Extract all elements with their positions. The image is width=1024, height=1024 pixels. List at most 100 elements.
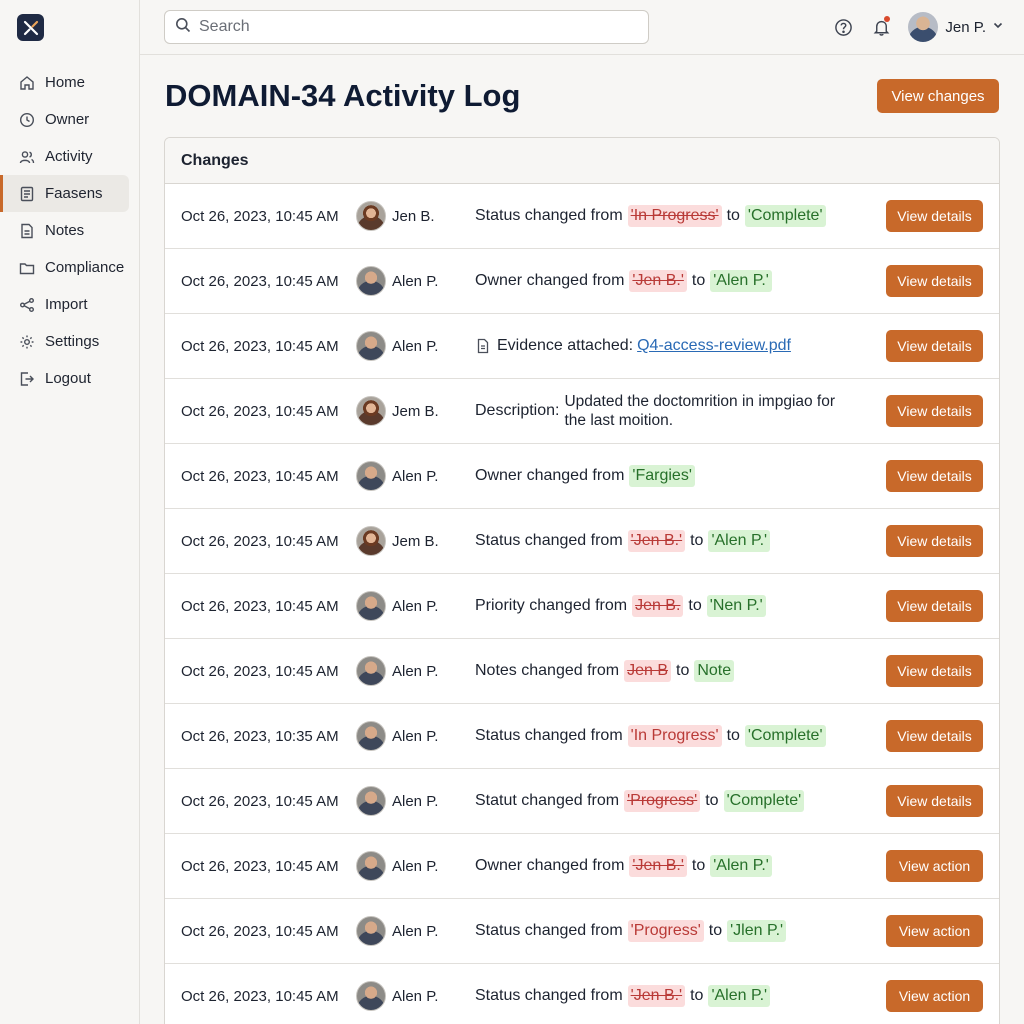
change-connector: to: [726, 727, 740, 744]
sidebar-item-notes[interactable]: Notes: [0, 212, 140, 249]
sidebar-item-label: Owner: [45, 111, 90, 128]
old-value: 'Jen B.': [629, 855, 687, 877]
view-details-button[interactable]: View details: [886, 265, 983, 297]
search-box[interactable]: [164, 10, 649, 44]
new-value: 'Alen P.': [710, 270, 772, 292]
sidebar-item-home[interactable]: Home: [0, 64, 140, 101]
change-description: Description: Updated the doctomrition in …: [475, 392, 849, 430]
view-details-button[interactable]: View details: [886, 590, 983, 622]
sidebar-item-label: Faasens: [45, 185, 103, 202]
avatar: [356, 331, 386, 361]
help-icon[interactable]: [832, 16, 854, 38]
table-row: Oct 26, 2023, 10:45 AM Jen B. Status chang…: [165, 184, 999, 249]
new-value: Note: [694, 660, 735, 682]
sidebar-item-activity[interactable]: Activity: [0, 138, 140, 175]
timestamp: Oct 26, 2023, 10:45 AM: [181, 857, 339, 875]
view-changes-button[interactable]: View changes: [877, 79, 999, 113]
gear-icon: [18, 333, 36, 351]
change-description: Priority changed from Jen B. to 'Nen P.': [475, 595, 771, 617]
change-prefix: Statut changed from: [475, 792, 620, 809]
change-prefix: Description:: [475, 402, 560, 419]
change-prefix: Evidence attached:: [497, 337, 634, 354]
change-prefix: Notes changed from: [475, 662, 620, 679]
user-name: Jem B.: [392, 532, 439, 550]
avatar: [356, 981, 386, 1011]
change-description: Status changed from 'In Progress' to 'Compl…: [475, 205, 831, 227]
view-details-button[interactable]: View details: [886, 785, 983, 817]
user-menu[interactable]: Jen P.: [908, 12, 1004, 42]
user-name: Jem B.: [392, 402, 439, 420]
user-name: Alen P.: [392, 597, 439, 615]
change-prefix: Status changed from: [475, 207, 623, 224]
view-details-button[interactable]: View details: [886, 460, 983, 492]
old-value: 'In Progress': [627, 205, 722, 227]
change-description: Evidence attached: Q4-access-review.pdf: [475, 337, 791, 355]
sidebar-item-owner[interactable]: Owner: [0, 101, 140, 138]
new-value: 'Alen P.': [708, 530, 771, 552]
old-value: Jen B: [624, 660, 671, 682]
user-name: Alen P.: [392, 922, 439, 940]
change-prefix: Status changed from: [475, 727, 623, 744]
view-details-button[interactable]: View details: [886, 655, 983, 687]
sidebar-item-import[interactable]: Import: [0, 286, 140, 323]
brand-x-icon[interactable]: [17, 14, 44, 41]
change-prefix: Owner changed from: [475, 467, 625, 484]
change-description: Owner changed from 'Jen B.' to 'Alen P.': [475, 855, 777, 877]
sidebar: Home Owner Activity Faasens Notes Compli…: [0, 0, 140, 1024]
sidebar-item-label: Notes: [45, 222, 85, 239]
view-details-button[interactable]: View details: [886, 395, 983, 427]
sidebar-item-faasens[interactable]: Faasens: [0, 175, 129, 212]
sidebar-item-label: Import: [45, 296, 88, 313]
view-details-button[interactable]: View action: [886, 915, 983, 947]
change-connector: to: [688, 597, 702, 614]
sidebar-nav: Home Owner Activity Faasens Notes Compli…: [0, 64, 140, 397]
change-prefix: Status changed from: [475, 922, 623, 939]
sidebar-item-settings[interactable]: Settings: [0, 323, 140, 360]
user-name: Alen P.: [392, 272, 439, 290]
page-title: DOMAIN-34 Activity Log: [165, 78, 521, 113]
avatar: [356, 721, 386, 751]
change-prefix: Priority changed from: [475, 597, 628, 614]
view-details-button[interactable]: View details: [886, 720, 983, 752]
folder-icon: [18, 259, 36, 277]
view-details-button[interactable]: View details: [886, 330, 983, 362]
new-value: 'Alen P.': [710, 855, 772, 877]
view-details-button[interactable]: View action: [886, 850, 983, 882]
change-description: Status changed from 'In Progress' to 'Compl…: [475, 725, 831, 747]
avatar: [356, 851, 386, 881]
change-connector: to: [676, 662, 690, 679]
sidebar-item-compliance[interactable]: Compliance: [0, 249, 140, 286]
user-name: Jen B.: [392, 207, 435, 225]
timestamp: Oct 26, 2023, 10:45 AM: [181, 792, 339, 810]
view-details-button[interactable]: View action: [886, 980, 983, 1012]
bell-icon[interactable]: [870, 16, 892, 38]
timestamp: Oct 26, 2023, 10:45 AM: [181, 402, 339, 420]
change-connector: to: [708, 922, 723, 939]
attachment-link[interactable]: Q4-access-review.pdf: [637, 337, 791, 355]
table-row: Oct 26, 2023, 10:45 AM Alen P. Status chan…: [165, 964, 999, 1024]
user-name: Alen P.: [392, 727, 439, 745]
sidebar-item-label: Activity: [45, 148, 93, 165]
table-row: Oct 26, 2023, 10:45 AM Alen P. Evidence at…: [165, 314, 999, 379]
timestamp: Oct 26, 2023, 10:45 AM: [181, 337, 339, 355]
view-details-button[interactable]: View details: [886, 200, 983, 232]
user-name: Alen P.: [392, 987, 439, 1005]
change-description: Status changed from 'Jen B.' to 'Alen P.': [475, 985, 775, 1007]
new-value: 'Complete': [744, 205, 826, 227]
sidebar-item-label: Home: [45, 74, 86, 91]
change-description: Owner changed from 'Jen B.' to 'Alen P.': [475, 270, 777, 292]
table-row: Oct 26, 2023, 10:45 AM Alen P. Priority ch…: [165, 574, 999, 639]
sidebar-item-logout[interactable]: Logout: [0, 360, 140, 397]
timestamp: Oct 26, 2023, 10:45 AM: [181, 532, 339, 550]
clock-icon: [18, 111, 36, 129]
avatar: [356, 786, 386, 816]
change-prefix: Status changed from: [475, 532, 623, 549]
old-value: Jen B.: [632, 595, 684, 617]
user-name: Jen P.: [945, 18, 986, 36]
file-icon: [475, 337, 497, 355]
view-details-button[interactable]: View details: [886, 525, 983, 557]
new-value: 'Jlen P.': [727, 920, 787, 942]
search-input[interactable]: [199, 18, 599, 36]
top-bar: Jen P.: [140, 0, 1024, 55]
avatar: [356, 266, 386, 296]
